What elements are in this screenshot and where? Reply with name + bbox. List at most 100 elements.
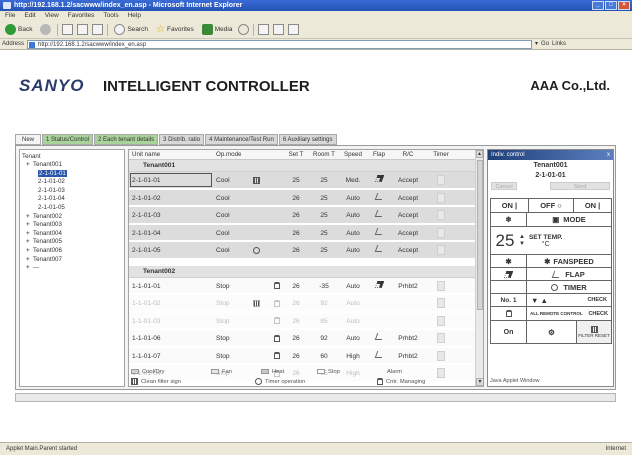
all-remote-control-button[interactable]: ALL REMOTE CONTROL xyxy=(530,311,583,316)
address-input[interactable]: http://192.168.1.2/sacwww/index_en.asp xyxy=(27,39,533,49)
close-window-button[interactable]: × xyxy=(618,1,630,10)
table-row[interactable]: 2-1-01-01 Cool 25 25 Med. Accept xyxy=(129,172,477,190)
expand-icon[interactable]: + xyxy=(26,238,33,247)
col-speed[interactable]: Speed xyxy=(339,150,367,159)
tree-item-tenant[interactable]: + Tenant004 xyxy=(22,230,122,239)
tab-status-control[interactable]: 1 Status/Control xyxy=(42,134,94,145)
minimize-button[interactable]: _ xyxy=(592,1,604,10)
temp-up-button[interactable]: ▲ xyxy=(519,234,525,241)
clean-filter-icon xyxy=(252,299,260,307)
group-header[interactable]: Tenant001 xyxy=(129,160,477,172)
col-unit-name[interactable]: Unit name xyxy=(129,150,213,159)
timer-button[interactable]: TIMER xyxy=(527,281,611,293)
col-room-temp[interactable]: Room T xyxy=(309,150,339,159)
browser-toolbar: Back Search ☆ Favorites Media xyxy=(0,21,632,39)
menu-help[interactable]: Help xyxy=(128,11,141,21)
send-button[interactable]: Send xyxy=(550,182,610,190)
maximize-button[interactable]: □ xyxy=(605,1,617,10)
col-flap[interactable]: Flap xyxy=(367,150,391,159)
tree-item-tenant[interactable]: + Tenant002 xyxy=(22,213,122,222)
table-row[interactable]: 1-1-01-01 Stop 26 -35 Auto Prhbt2 xyxy=(129,277,477,295)
address-dropdown-icon[interactable]: ▾ xyxy=(535,39,538,50)
control-unit-name: 2-1-01-01 xyxy=(535,172,566,179)
print-icon[interactable] xyxy=(273,24,285,35)
col-rc[interactable]: R/C xyxy=(391,150,425,159)
tree-item-unit[interactable]: 2-1-01-04 xyxy=(22,195,122,204)
tree-item-tenant[interactable]: + Tenant007 xyxy=(22,256,122,265)
filter-icon[interactable]: ⚙ xyxy=(527,321,577,343)
col-op-mode[interactable]: Op.mode xyxy=(213,150,241,159)
off-button[interactable]: OFF ○ xyxy=(528,199,575,212)
expand-icon[interactable]: + xyxy=(26,230,33,239)
flap-button[interactable]: FLAP xyxy=(527,268,611,280)
group-header[interactable]: Tenant002 xyxy=(129,265,477,278)
on-button[interactable]: ON | xyxy=(491,199,529,212)
filter-reset-button[interactable]: FILTER RESET xyxy=(577,321,611,343)
fanspeed-button[interactable]: ✱ FANSPEED xyxy=(527,255,611,267)
table-row[interactable]: 2-1-01-05 Cool 26 25 Auto Accept xyxy=(129,242,477,260)
tab-maintenance[interactable]: 4 Maintenance/Test Run xyxy=(205,134,278,145)
table-row[interactable]: 1-1-01-06 Stop 26 92 Auto Prhbt2 xyxy=(129,330,477,348)
table-row[interactable]: 1-1-01-03 Stop 26 85 Auto xyxy=(129,312,477,330)
table-row[interactable]: 2-1-01-04 Cool 26 25 Auto Accept xyxy=(129,224,477,242)
timer-prev-button[interactable]: ▼ ▲ xyxy=(531,296,548,305)
temp-down-button[interactable]: ▼ xyxy=(519,241,525,248)
tree-item-tenant[interactable]: + Tenant006 xyxy=(22,247,122,256)
media-button[interactable]: Media xyxy=(200,23,235,37)
tree-item-tenant[interactable]: + Tenant005 xyxy=(22,238,122,247)
timer-indicator xyxy=(437,210,445,221)
tab-each-tenant[interactable]: 2 Each tenant details xyxy=(94,134,159,145)
tab-auxiliary[interactable]: 6 Auxiliary settings xyxy=(278,134,337,145)
page-horizontal-scrollbar[interactable] xyxy=(15,393,616,402)
check-remote-button[interactable]: CHECK xyxy=(588,311,608,317)
grid-scrollbar[interactable]: ▲ ▼ xyxy=(475,150,483,386)
links-label[interactable]: Links xyxy=(552,39,566,50)
ie-app-icon xyxy=(3,2,11,9)
menu-view[interactable]: View xyxy=(45,11,59,21)
expand-icon[interactable]: + xyxy=(26,264,33,273)
expand-icon[interactable]: + xyxy=(26,256,33,265)
col-timer[interactable]: Timer xyxy=(425,150,457,159)
on-status: On xyxy=(491,321,527,343)
expand-icon[interactable]: + xyxy=(26,213,33,222)
tab-new[interactable]: New xyxy=(15,134,42,145)
mode-button[interactable]: ▣ MODE xyxy=(527,213,611,226)
scroll-up-icon[interactable]: ▲ xyxy=(476,150,483,158)
tree-item-tenant001[interactable]: + Tenant001 xyxy=(22,161,122,170)
home-button[interactable] xyxy=(92,24,104,35)
col-set-temp[interactable]: Set T xyxy=(283,150,309,159)
expand-icon[interactable]: + xyxy=(26,161,33,170)
check-button[interactable]: CHECK xyxy=(587,297,607,303)
tab-distrib-ratio[interactable]: 3 Distrib. ratio xyxy=(159,134,205,145)
tree-item-unit[interactable]: 2-1-01-02 xyxy=(22,178,122,187)
tree-item-tenant[interactable]: + Tenant003 xyxy=(22,221,122,230)
close-icon[interactable]: x xyxy=(607,150,610,160)
favorites-button[interactable]: ☆ Favorites xyxy=(154,23,196,37)
search-button[interactable]: Search xyxy=(112,23,150,37)
expand-icon[interactable]: + xyxy=(26,221,33,230)
menu-tools[interactable]: Tools xyxy=(103,11,118,21)
expand-icon[interactable]: + xyxy=(26,247,33,256)
edit-icon[interactable] xyxy=(288,24,300,35)
table-row[interactable]: 2-1-01-02 Cool 26 25 Auto Accept xyxy=(129,189,477,207)
history-icon[interactable] xyxy=(238,24,250,35)
menu-edit[interactable]: Edit xyxy=(24,11,35,21)
refresh-button[interactable] xyxy=(77,24,89,35)
tree-item-more[interactable]: + --- xyxy=(22,264,122,273)
tree-item-unit[interactable]: 2-1-01-03 xyxy=(22,187,122,196)
tree-item-unit[interactable]: 2-1-01-05 xyxy=(22,204,122,213)
table-row[interactable]: 2-1-01-03 Cool 26 25 Auto Accept xyxy=(129,207,477,225)
on-toggle-button[interactable]: ON | xyxy=(574,199,611,212)
tree-item-unit[interactable]: 2-1-01-01 xyxy=(22,169,122,179)
stop-button[interactable] xyxy=(62,24,74,35)
menu-file[interactable]: File xyxy=(5,11,15,21)
back-button[interactable]: Back xyxy=(3,23,34,37)
menu-favorites[interactable]: Favorites xyxy=(68,11,95,21)
forward-button[interactable] xyxy=(38,23,53,37)
table-row[interactable]: 1-1-01-07 Stop 26 60 High Prhbt2 xyxy=(129,347,477,365)
go-button[interactable]: Go xyxy=(541,39,549,50)
mail-icon[interactable] xyxy=(258,24,270,35)
scroll-thumb[interactable] xyxy=(477,160,483,310)
table-row[interactable]: 1-1-01-02 Stop 26 92 Auto xyxy=(129,295,477,313)
cancel-button[interactable]: Cancel xyxy=(491,182,517,190)
